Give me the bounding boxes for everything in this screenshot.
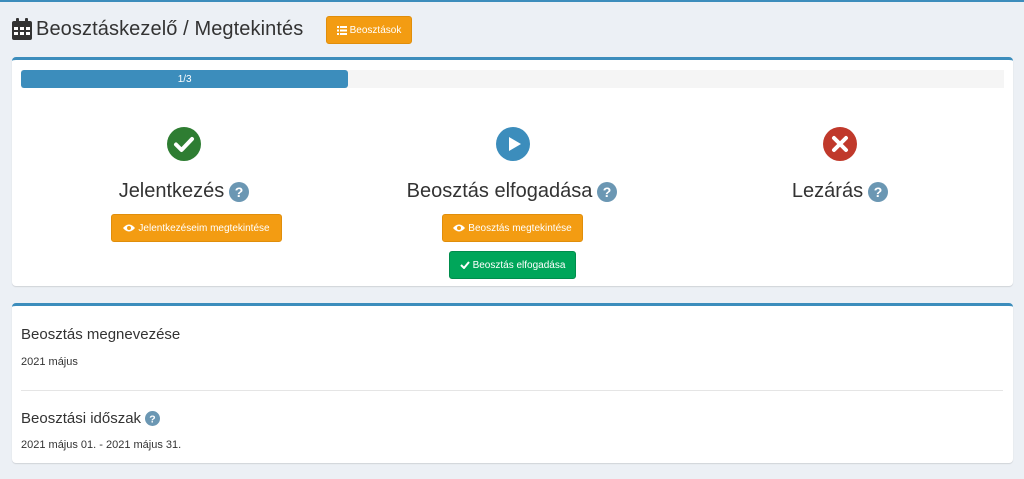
check-icon: [459, 261, 470, 269]
schedule-name-value: 2021 május: [21, 356, 78, 368]
eye-icon: [453, 224, 466, 232]
help-icon[interactable]: ?: [868, 181, 889, 202]
check-circle-icon: [167, 127, 201, 161]
accept-schedule-button[interactable]: Beosztás elfogadása: [449, 251, 576, 279]
workflow-box: 1/3 Jelentkezés ? Jelentkezéseim megteki…: [12, 57, 1013, 286]
page-header: Beosztáskezelő / Megtekintés: [12, 14, 303, 44]
view-my-registrations-label: Jelentkezéseim megtekintése: [138, 222, 270, 234]
play-circle-icon: [496, 127, 530, 161]
eye-icon: [123, 224, 136, 232]
accept-schedule-label: Beosztás elfogadása: [472, 259, 566, 271]
svg-text:?: ?: [235, 184, 244, 200]
schedules-list-label: Beosztások: [349, 24, 402, 36]
divider: [21, 390, 1003, 391]
step-registration-title-row: Jelentkezés ?: [24, 180, 344, 203]
help-icon[interactable]: ?: [145, 411, 161, 426]
svg-text:?: ?: [149, 413, 155, 425]
schedule-name-label: Beosztás megnevezése: [21, 326, 181, 343]
progress-track: 1/3: [21, 70, 1004, 88]
view-schedule-label: Beosztás megtekintése: [468, 222, 572, 234]
step-accept-title-row: Beosztás elfogadása ?: [352, 180, 672, 203]
progress-label: 1/3: [177, 73, 192, 85]
schedule-period-label-row: Beosztási időszak ?: [21, 410, 161, 427]
help-icon[interactable]: ?: [597, 181, 618, 202]
help-icon[interactable]: ?: [229, 181, 250, 202]
page-title: Beosztáskezelő / Megtekintés: [36, 17, 304, 40]
svg-text:?: ?: [603, 184, 612, 200]
schedule-period-value: 2021 május 01. - 2021 május 31.: [21, 439, 182, 451]
view-my-registrations-button[interactable]: Jelentkezéseim megtekintése: [111, 214, 282, 242]
progress-bar: 1/3: [21, 70, 349, 88]
svg-text:?: ?: [874, 184, 883, 200]
step-title: Beosztás elfogadása: [406, 180, 593, 202]
times-circle-icon: [823, 127, 857, 161]
calendar-icon: [12, 18, 32, 40]
view-schedule-button[interactable]: Beosztás megtekintése: [442, 214, 583, 242]
step-closing-title-row: Lezárás ?: [680, 180, 1000, 203]
step-title: Lezárás: [791, 180, 864, 202]
list-icon: [336, 25, 347, 35]
schedules-list-button[interactable]: Beosztások: [326, 16, 412, 44]
schedule-period-label: Beosztási időszak: [21, 410, 142, 427]
step-title: Jelentkezés: [118, 180, 225, 202]
details-box: Beosztás megnevezése 2021 május Beosztás…: [12, 303, 1013, 463]
